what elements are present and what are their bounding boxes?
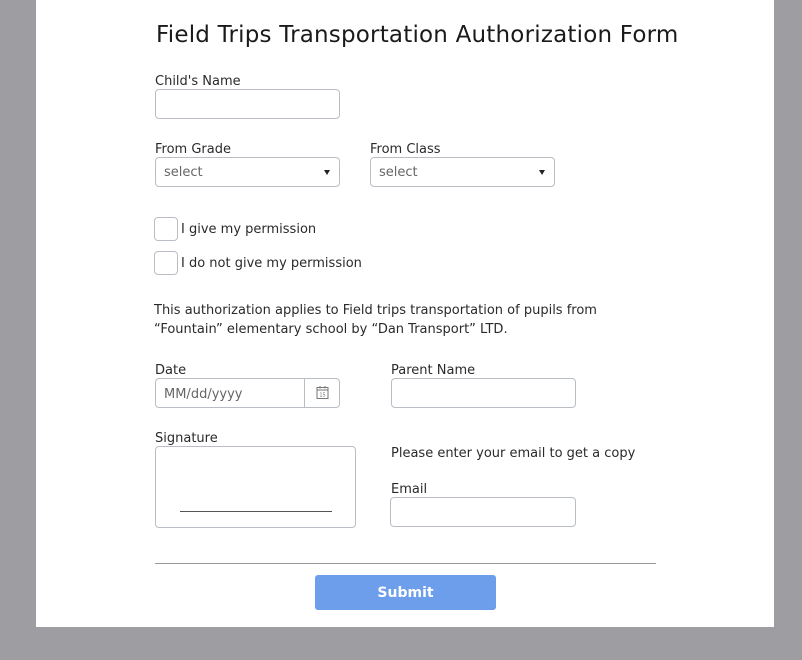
signature-line [180,511,332,512]
deny-permission-label: I do not give my permission [181,256,362,271]
email-label: Email [391,482,428,497]
date-picker-button[interactable]: 15 [304,379,339,407]
caret-down-icon [324,170,330,175]
date-input[interactable]: MM/dd/yyyy 15 [155,378,340,408]
parent-name-input[interactable] [391,378,576,408]
email-input[interactable] [390,497,576,527]
calendar-icon: 15 [316,386,329,399]
submit-button[interactable]: Submit [315,575,496,610]
deny-permission-checkbox[interactable] [154,251,178,275]
signature-label: Signature [155,431,218,446]
date-placeholder: MM/dd/yyyy [164,387,243,402]
give-permission-label: I give my permission [181,222,317,237]
from-grade-select[interactable]: select [155,157,340,187]
svg-text:15: 15 [319,393,325,399]
email-note: Please enter your email to get a copy [391,446,636,461]
from-class-selected: select [379,165,418,180]
signature-pad[interactable] [155,446,356,528]
give-permission-checkbox[interactable] [154,217,178,241]
from-grade-label: From Grade [155,142,231,157]
authorization-text: This authorization applies to Field trip… [154,303,597,337]
parent-name-label: Parent Name [391,363,476,378]
from-class-select[interactable]: select [370,157,555,187]
form-divider [155,563,656,564]
from-grade-selected: select [164,165,203,180]
caret-down-icon [539,170,545,175]
form-card: Field Trips Transportation Authorization… [36,0,774,627]
date-label: Date [155,363,187,378]
child-name-label: Child's Name [155,74,241,89]
child-name-input[interactable] [155,89,340,119]
from-class-label: From Class [370,142,441,157]
form-title: Field Trips Transportation Authorization… [156,22,679,48]
